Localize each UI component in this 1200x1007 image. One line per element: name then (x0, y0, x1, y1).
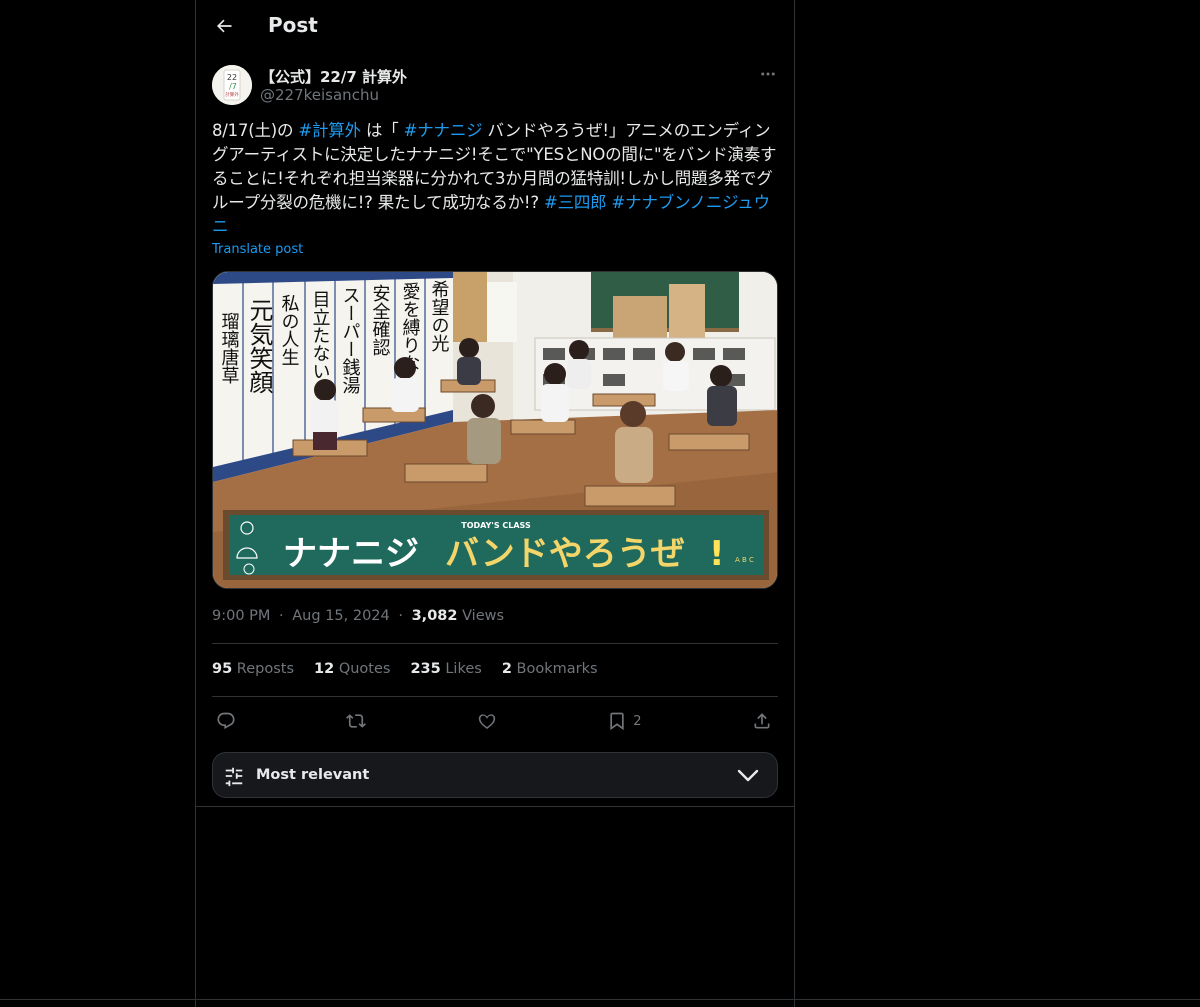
views-count: 3,082 (411, 608, 458, 624)
scroll-text: 目立たない (310, 290, 331, 380)
divider (212, 696, 778, 697)
share-icon (754, 713, 770, 729)
page-header: Post (196, 0, 794, 54)
banner-small-text: TODAY'S CLASS (461, 521, 531, 530)
bookmark-count: 2 (633, 713, 642, 729)
author-handle[interactable]: @227keisanchu (260, 86, 379, 104)
share-button[interactable] (752, 711, 772, 731)
section-divider (196, 806, 794, 807)
hashtag-link[interactable]: #三四郎 (544, 193, 607, 212)
sort-label: Most relevant (256, 767, 370, 783)
scroll-text: 安全確認 (370, 284, 391, 356)
bottom-divider (0, 999, 1200, 1000)
avatar-text-mid: /7 (229, 82, 237, 91)
primary-column: Post 22 /7 計算外 【公式】22/7 計算外 @227keisanch… (195, 0, 795, 1007)
bookmark-icon (610, 712, 624, 731)
scroll-text: 元気笑顔 (245, 298, 273, 394)
divider (212, 643, 778, 644)
scroll-text: 瑠璃唐草 (219, 312, 240, 384)
page-title: Post (268, 13, 318, 37)
back-button[interactable] (206, 8, 242, 44)
views-label: Views (462, 608, 505, 624)
post-time[interactable]: 9:00 PM (212, 608, 270, 624)
post-meta: 9:00 PM · Aug 15, 2024 · 3,082 Views (212, 608, 504, 624)
sliders-icon (225, 767, 243, 787)
post-image[interactable]: 瑠璃唐草 元気笑顔 私の人生 目立たない スーパー銭湯 安全確認 愛を縛りな 希望の光 (212, 271, 778, 589)
meta-separator: · (398, 608, 403, 624)
quotes-stat[interactable]: 12 Quotes (314, 661, 390, 681)
reply-icon (217, 712, 235, 730)
bookmark-button[interactable]: 2 (607, 711, 642, 731)
chevron-down-icon (737, 769, 759, 782)
post-actions: 2 (212, 704, 778, 738)
sort-replies-dropdown[interactable]: Most relevant (212, 752, 778, 798)
repost-icon (346, 714, 367, 728)
more-button[interactable] (758, 64, 778, 84)
avatar-text-bottom: 計算外 (225, 91, 239, 98)
post-text-segment: 8/17(土)の (212, 121, 299, 140)
meta-separator: · (279, 608, 284, 624)
banner-part3: ! (709, 534, 725, 574)
back-arrow-icon (216, 19, 232, 33)
avatar[interactable]: 22 /7 計算外 (212, 65, 252, 105)
reposts-stat[interactable]: 95 Reposts (212, 661, 294, 681)
scroll-text: 希望の光 (429, 280, 450, 353)
post-stats: 95 Reposts 12 Quotes 235 Likes 2 Bookmar… (212, 661, 598, 681)
banner-abc: A B C (735, 556, 754, 564)
repost-button[interactable] (346, 711, 367, 731)
post-text: 8/17(土)の #計算外 は「 #ナナニジ バンドやろうぜ!」アニメのエンディ… (212, 119, 780, 239)
banner-part1: ナナニジ (283, 534, 419, 574)
like-button[interactable] (477, 711, 497, 731)
classroom-photo: 瑠璃唐草 元気笑顔 私の人生 目立たない スーパー銭湯 安全確認 愛を縛りな 希望の光 (213, 272, 777, 588)
banner-part2: バンドやろうぜ (445, 534, 685, 574)
avatar-logo: 22 /7 計算外 (212, 65, 252, 105)
translate-post-link[interactable]: Translate post (212, 242, 303, 257)
post-date[interactable]: Aug 15, 2024 (292, 608, 390, 624)
more-icon (761, 72, 775, 76)
avatar-text-top: 22 (227, 73, 237, 82)
hashtag-link[interactable]: #ナナニジ (404, 121, 483, 140)
hashtag-link[interactable]: #計算外 (298, 121, 361, 140)
bookmarks-stat[interactable]: 2 Bookmarks (502, 661, 598, 681)
author-display-name[interactable]: 【公式】22/7 計算外 (260, 66, 407, 87)
scroll-text: スーパー銭湯 (340, 286, 361, 395)
like-icon (478, 714, 496, 730)
likes-stat[interactable]: 235 Likes (410, 661, 481, 681)
post-author: 22 /7 計算外 【公式】22/7 計算外 @227keisanchu (212, 64, 778, 108)
reply-button[interactable] (216, 711, 236, 731)
scroll-text: 私の人生 (279, 294, 300, 366)
post-text-segment: は「 (360, 121, 404, 140)
